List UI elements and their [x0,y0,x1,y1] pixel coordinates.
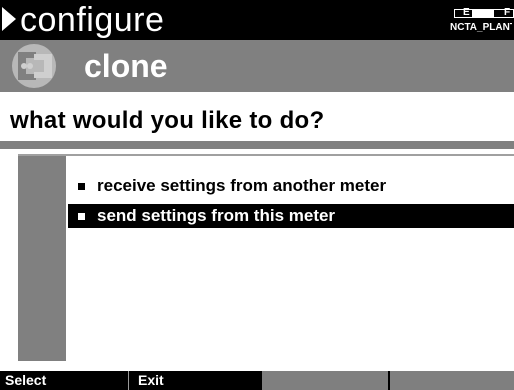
bullet-icon [78,182,85,190]
battery-full-label: F [504,7,511,18]
menu-item-label: send settings from this meter [97,206,336,225]
menu-item-label: receive settings from another meter [97,176,387,195]
breadcrumb: configure [2,0,164,40]
softkey-4[interactable] [388,371,514,390]
status-header: configure E F NCTA_PLANT [0,0,514,40]
bullet-icon [78,212,85,220]
site-label: NCTA_PLANT [450,22,512,33]
menu-item-send-settings[interactable]: send settings from this meter [68,204,514,228]
clone-icon [12,44,56,88]
prompt-heading: what would you like to do? [10,107,325,134]
battery-empty-label: E [463,7,470,18]
page-title: clone [84,48,168,84]
softkey-select[interactable]: Select [0,371,128,390]
softkey-bar: Select Exit [0,371,514,390]
breadcrumb-label: configure [20,1,165,39]
battery-indicator: E F NCTA_PLANT [450,4,514,36]
softkey-exit[interactable]: Exit [128,371,260,390]
battery-level [472,10,494,17]
divider [0,141,514,149]
panel-side-strip [18,156,66,361]
menu-item-receive-settings[interactable]: receive settings from another meter [68,174,514,198]
menu-panel: receive settings from another meter send… [18,154,514,361]
play-triangle-icon [2,7,16,31]
title-bar: clone [0,40,514,92]
softkey-3[interactable] [260,371,388,390]
